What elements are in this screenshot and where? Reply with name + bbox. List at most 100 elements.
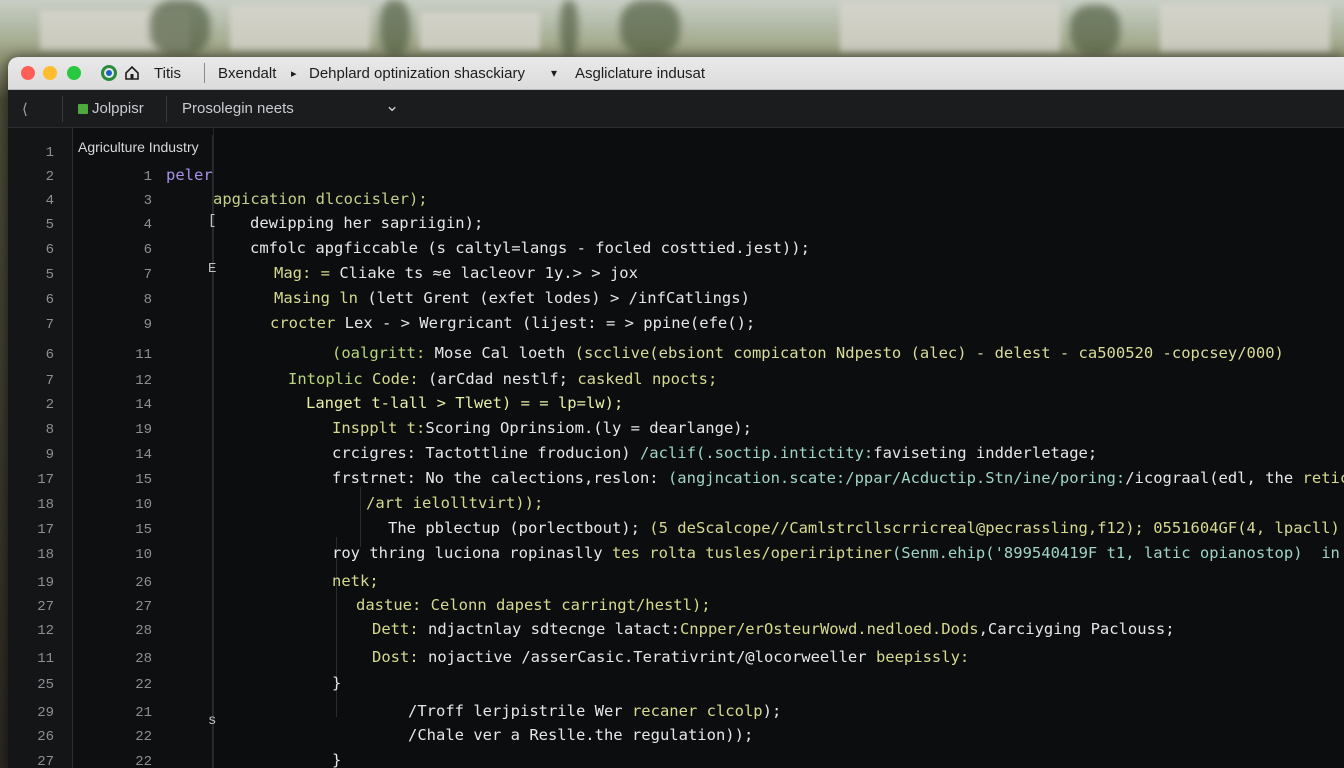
outer-line-number: 27 xyxy=(37,754,54,768)
close-window-button[interactable] xyxy=(21,66,35,80)
outer-line-number: 6 xyxy=(45,347,54,363)
code-line[interactable]: netk; xyxy=(332,572,379,590)
code-line[interactable]: cmfolc apgficcable (s caltyl=langs - foc… xyxy=(250,239,810,257)
outer-line-number: 2 xyxy=(45,169,54,185)
outer-line-number: 12 xyxy=(37,623,54,639)
outer-line-number: 6 xyxy=(45,292,54,308)
inner-line-number: 3 xyxy=(143,193,152,209)
code-token: (s caltyl=langs - focled costtied.jest))… xyxy=(427,239,810,257)
code-token: apgication dlcocisler); xyxy=(213,190,428,208)
code-token: frstrnet: No the calections,reslon: xyxy=(332,469,668,487)
code-line[interactable]: Dett: ndjactnlay sdtecnge latact:Cnpper/… xyxy=(372,620,1175,638)
code-line[interactable]: dastue: Celonn dapest carringt/hestl); xyxy=(356,596,711,614)
code-line[interactable]: } xyxy=(332,674,341,692)
code-line[interactable]: dewipping her sapriigin); xyxy=(250,214,483,232)
inner-line-number: 9 xyxy=(143,317,152,333)
file-dropdown[interactable]: Prosolegin neets xyxy=(182,100,294,117)
inner-line-number: 8 xyxy=(143,292,152,308)
code-token: Mose Cal loeth xyxy=(434,344,575,362)
file-name-label[interactable]: Agriculture Industry xyxy=(78,139,199,155)
code-line[interactable]: Langet t-lall > Tlwet) = = lp=lw); xyxy=(306,394,623,412)
code-line[interactable]: (oalgritt: Mose Cal loeth (scclive(ebsio… xyxy=(332,344,1284,362)
code-token: ,Carciyging Paclouss; xyxy=(978,620,1175,638)
breadcrumb-item-1[interactable]: Bxendalt xyxy=(218,65,276,82)
code-line[interactable]: Inspplt t:Scoring Oprinsiom.(ly = dearla… xyxy=(332,419,752,437)
app-name: Titis xyxy=(154,65,181,82)
inner-line-number: 15 xyxy=(135,522,152,538)
code-token: dewipping her sapriigin); xyxy=(250,214,484,232)
code-token: dastue: Celonn dapest carringt/hestl); xyxy=(356,596,711,614)
code-token: Inspplt t: xyxy=(332,419,426,437)
code-token: /art ielolltvirt)); xyxy=(366,494,544,512)
code-token: recaner clcolp xyxy=(631,702,763,720)
code-line[interactable]: The pblectup (porlectbout); (5 deScalcop… xyxy=(388,519,1344,537)
inner-line-number: 19 xyxy=(135,422,152,438)
inner-line-number: 4 xyxy=(143,217,152,233)
code-token: netk; xyxy=(332,572,379,590)
outer-line-number: 29 xyxy=(37,705,54,721)
code-token: (arCdad nestlf; xyxy=(428,370,578,388)
code-token: /Troff lerjpistrile Wer xyxy=(408,702,632,720)
code-line[interactable]: Masing ln (lett Grent (exfet lodes) > /i… xyxy=(274,289,750,307)
fold-marker[interactable]: [ xyxy=(208,213,216,229)
code-token: beepissly: xyxy=(875,648,970,666)
code-token: } xyxy=(332,674,342,692)
code-token: Dost: xyxy=(372,648,428,666)
project-label[interactable]: Jolppisr xyxy=(92,100,144,117)
fold-marker[interactable]: E xyxy=(208,261,216,277)
code-token: tes rolta tusles/opeririptiner xyxy=(611,544,892,562)
code-line[interactable]: frstrnet: No the calections,reslon: (ang… xyxy=(332,469,1344,487)
code-line[interactable]: /Troff lerjpistrile Wer recaner clcolp); xyxy=(408,702,781,720)
inner-line-number: 7 xyxy=(143,267,152,283)
outer-line-number: 19 xyxy=(37,575,54,591)
code-line[interactable]: Dost: nojactive /asserCasic.Terativrint/… xyxy=(372,648,969,666)
inner-line-number: 21 xyxy=(135,705,152,721)
editor-window: Titis Bxendalt ▸ Dehplard optinization s… xyxy=(8,57,1344,768)
code-token: faviseting indderletage; xyxy=(873,444,1098,462)
code-line[interactable]: apgication dlcocisler); xyxy=(213,190,428,208)
code-line[interactable]: } xyxy=(332,751,341,768)
indent-guide xyxy=(360,487,361,547)
code-token: Masing ln xyxy=(274,289,368,307)
inner-line-number: 1 xyxy=(143,169,152,185)
outer-line-number: 17 xyxy=(37,472,54,488)
code-line[interactable]: Mag: = Cliake ts ≈e lacleovr 1y.> > jox xyxy=(274,264,638,282)
inner-line-number: 11 xyxy=(135,347,152,363)
code-line[interactable]: peler xyxy=(166,166,213,184)
breadcrumb-item-3[interactable]: Asgliclature indusat xyxy=(575,65,705,82)
inner-line-number: 22 xyxy=(135,677,152,693)
code-token: Lex - > Wergricant (lijest: = > ppine(ef… xyxy=(344,314,756,332)
code-line[interactable]: crcigres: Tactottline froducion) /aclif(… xyxy=(332,444,1097,462)
code-line[interactable]: crocter Lex - > Wergricant (lijest: = > … xyxy=(270,314,755,332)
back-button[interactable]: ⟨ xyxy=(22,100,28,118)
outer-line-number: 7 xyxy=(45,373,54,389)
editor-toolbar: ⟨ Jolppisr Prosolegin neets ⌄ xyxy=(8,90,1344,128)
browser-icon[interactable] xyxy=(100,64,118,82)
code-token: caskedl npocts; xyxy=(577,370,718,388)
indent-guide xyxy=(212,135,213,768)
outer-line-number: 25 xyxy=(37,677,54,693)
fold-marker[interactable]: s xyxy=(208,713,216,729)
code-line[interactable]: roy thring luciona ropinaslly tes rolta … xyxy=(332,544,1344,562)
code-token: crcigres: Tactottline froducion) xyxy=(332,444,640,462)
inner-line-number: 15 xyxy=(135,472,152,488)
maximize-window-button[interactable] xyxy=(67,66,81,80)
inner-line-number: 28 xyxy=(135,651,152,667)
minimize-window-button[interactable] xyxy=(43,66,57,80)
outer-line-number: 4 xyxy=(45,193,54,209)
code-line[interactable]: Intoplic Code: (arCdad nestlf; caskedl n… xyxy=(288,370,717,388)
inner-line-number: 14 xyxy=(135,397,152,413)
chevron-down-icon[interactable]: ⌄ xyxy=(385,96,399,116)
code-token: /Chale ver a Reslle.the regulation)); xyxy=(408,726,754,744)
outer-line-number: 17 xyxy=(37,522,54,538)
code-token: (Senm.ehip('899540419F t1, latic opianos… xyxy=(891,544,1344,562)
title-separator xyxy=(204,63,205,83)
outer-line-number: 18 xyxy=(37,547,54,563)
outer-line-number: 1 xyxy=(45,145,54,161)
code-token: reticaplelog xyxy=(1302,469,1344,487)
code-line[interactable]: /Chale ver a Reslle.the regulation)); xyxy=(408,726,753,744)
code-token: cmfolc apgficcable xyxy=(250,239,428,257)
home-icon[interactable] xyxy=(123,64,141,82)
breadcrumb-item-2[interactable]: Dehplard optinization shasckiary xyxy=(309,65,525,82)
code-line[interactable]: /art ielolltvirt)); xyxy=(366,494,543,512)
